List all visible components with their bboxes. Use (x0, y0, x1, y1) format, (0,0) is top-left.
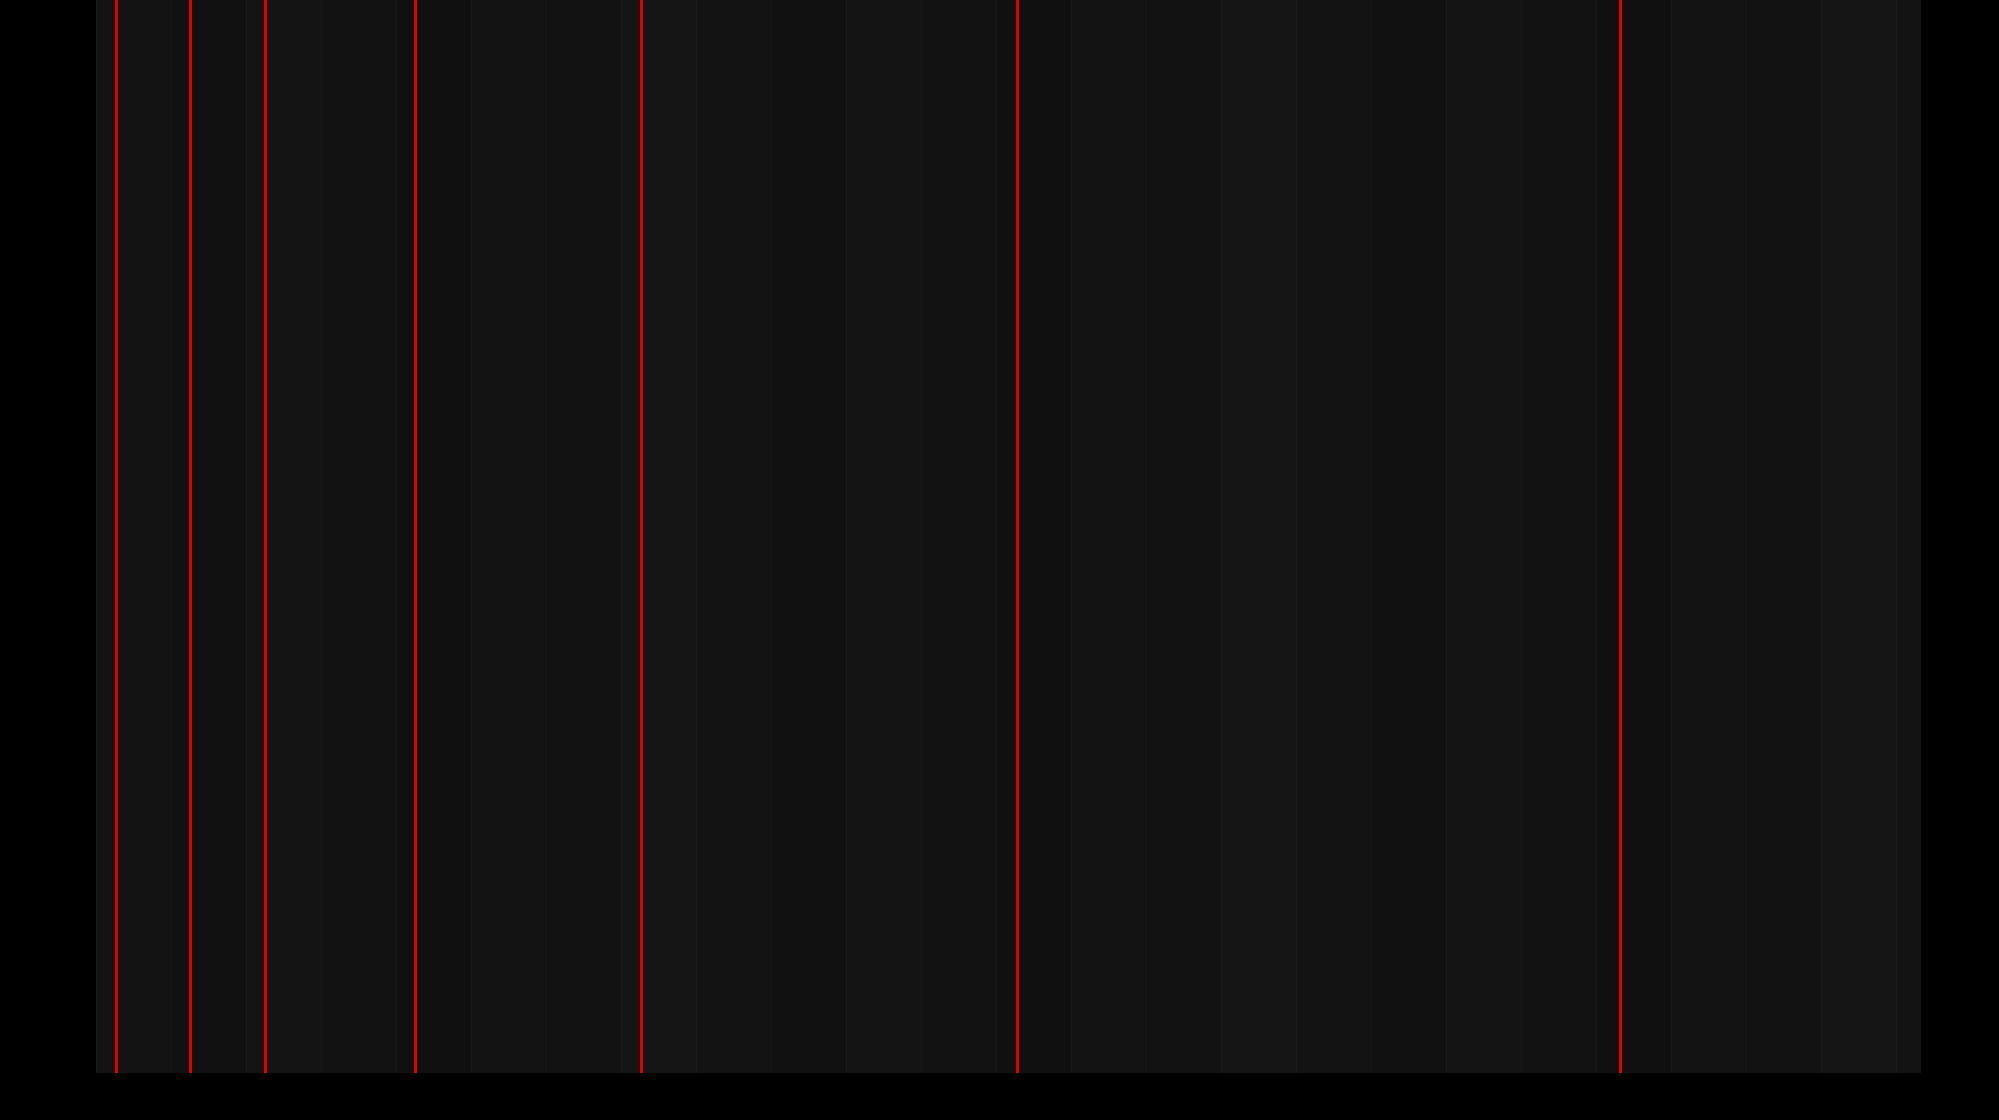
texture-seam (1746, 0, 1747, 1073)
red-vertical-line (264, 0, 267, 1073)
texture-seam (1371, 0, 1372, 1073)
texture-seam (471, 0, 472, 1073)
texture-seam (1821, 0, 1822, 1073)
texture-seam (171, 0, 172, 1073)
red-vertical-line (1619, 0, 1622, 1073)
texture-seam (1146, 0, 1147, 1073)
texture-stripe (846, 0, 921, 1073)
texture-seam (321, 0, 322, 1073)
texture-seam (996, 0, 997, 1073)
texture-stripe (1071, 0, 1146, 1073)
texture-seam (846, 0, 847, 1073)
texture-stripe (1821, 0, 1896, 1073)
red-vertical-line (189, 0, 192, 1073)
texture-stripe (546, 0, 621, 1073)
texture-seam (246, 0, 247, 1073)
dark-canvas (96, 0, 1921, 1073)
texture-seam (1221, 0, 1222, 1073)
texture-seam (1671, 0, 1672, 1073)
texture-stripe (921, 0, 996, 1073)
texture-stripe (1746, 0, 1821, 1073)
texture-stripe (96, 0, 171, 1073)
texture-stripe (1671, 0, 1746, 1073)
texture-stripe (621, 0, 696, 1073)
texture-stripe (996, 0, 1071, 1073)
texture-seam (621, 0, 622, 1073)
texture-seam (1596, 0, 1597, 1073)
texture-stripe (171, 0, 246, 1073)
texture-stripe (471, 0, 546, 1073)
texture-stripe (1296, 0, 1371, 1073)
texture-stripe (396, 0, 471, 1073)
texture-stripe (696, 0, 771, 1073)
texture-stripe (246, 0, 321, 1073)
texture-stripe (1521, 0, 1596, 1073)
texture-seam (1446, 0, 1447, 1073)
texture-stripe (1446, 0, 1521, 1073)
texture-seam (771, 0, 772, 1073)
texture-stripe (321, 0, 396, 1073)
texture-seam (696, 0, 697, 1073)
texture-seam (921, 0, 922, 1073)
texture-stripe (1896, 0, 1921, 1073)
texture-seam (96, 0, 97, 1073)
texture-seam (396, 0, 397, 1073)
texture-seam (1521, 0, 1522, 1073)
red-vertical-line (1016, 0, 1019, 1073)
red-vertical-line (115, 0, 118, 1073)
texture-seam (1896, 0, 1897, 1073)
texture-seam (1296, 0, 1297, 1073)
texture-stripe (1371, 0, 1446, 1073)
texture-seam (1071, 0, 1072, 1073)
display-screen (0, 0, 1999, 1120)
red-vertical-line (414, 0, 417, 1073)
texture-stripe (1146, 0, 1221, 1073)
texture-seam (546, 0, 547, 1073)
texture-stripe (1221, 0, 1296, 1073)
texture-stripe (771, 0, 846, 1073)
red-vertical-line (640, 0, 643, 1073)
texture-stripe (1596, 0, 1671, 1073)
